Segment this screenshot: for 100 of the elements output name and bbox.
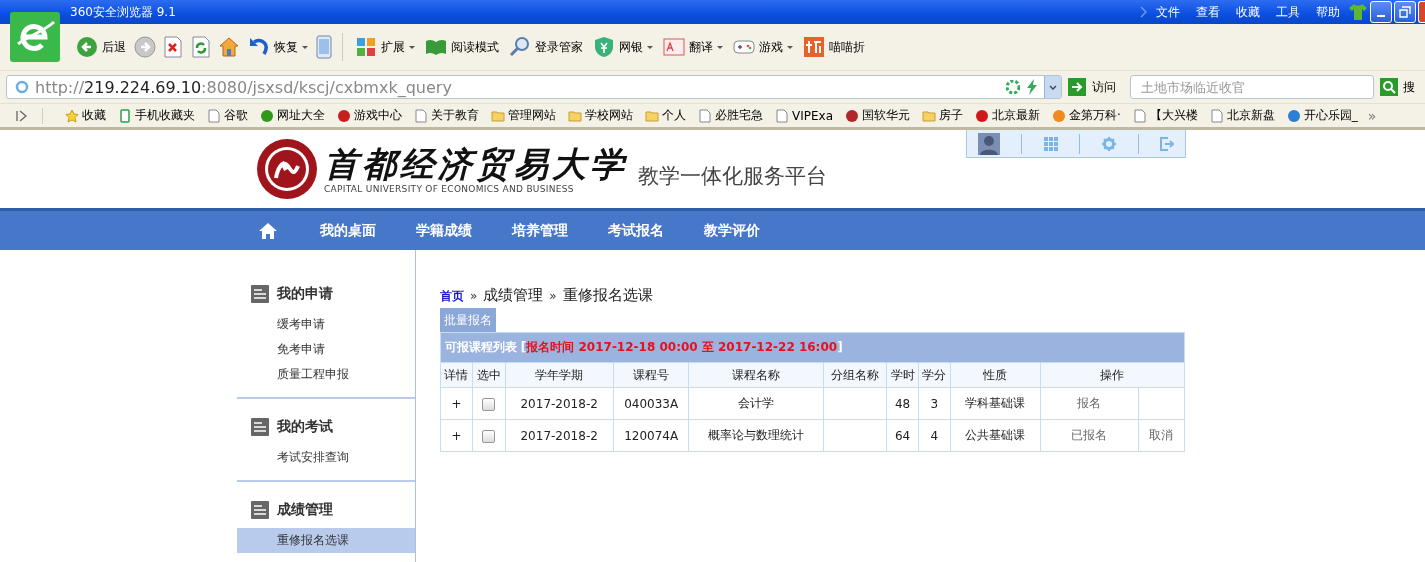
forward-icon[interactable] <box>134 36 156 58</box>
bookmark-item[interactable]: 手机收藏夹 <box>112 107 201 124</box>
nav-item[interactable]: 我的桌面 <box>300 221 396 240</box>
bookmark-item[interactable]: 房子 <box>916 107 970 124</box>
table-cell: 120074A <box>613 419 689 452</box>
nav-item[interactable]: 教学评价 <box>684 221 780 240</box>
bookmark-item[interactable]: 管理网站 <box>485 107 562 124</box>
home-icon <box>258 221 278 240</box>
toolbar-button[interactable]: 后退 <box>74 34 128 60</box>
phone-icon[interactable] <box>316 35 332 59</box>
nav-item[interactable]: 培养管理 <box>492 221 588 240</box>
visit-button[interactable]: 访问 <box>1068 78 1116 96</box>
menu-item[interactable]: 工具 <box>1268 3 1308 21</box>
breadcrumb-item: 成绩管理 <box>483 286 544 305</box>
bookmark-item[interactable]: 游戏中心 <box>331 107 408 124</box>
page-icon <box>414 108 428 123</box>
platform-title: 教学一体化服务平台 <box>638 163 827 190</box>
page-icon <box>1209 108 1224 123</box>
bookmark-item[interactable]: 金第万科· <box>1046 107 1127 124</box>
sidebar-item[interactable]: 缓考申请 <box>237 312 415 337</box>
breadcrumb-link[interactable]: 首页 <box>440 288 464 305</box>
more-button[interactable]: » <box>1363 107 1377 124</box>
search-icon <box>509 36 531 58</box>
folder-icon <box>491 108 505 123</box>
sidebar-item[interactable]: 考试安排查询 <box>237 445 415 470</box>
column-header: 课程名称 <box>688 362 824 388</box>
checkbox[interactable] <box>482 397 496 411</box>
search-button[interactable]: 搜 <box>1380 78 1415 96</box>
expand-button[interactable]: + <box>440 419 473 452</box>
table-cell: 3 <box>918 387 951 420</box>
list-icon <box>251 501 269 519</box>
browser-logo[interactable] <box>10 12 60 62</box>
nav-item[interactable]: 学籍成绩 <box>396 221 492 240</box>
bookmark-item[interactable]: 北京最新 <box>969 107 1047 124</box>
restore-button[interactable] <box>1394 1 1416 23</box>
bookmark-item[interactable]: 个人 <box>639 107 692 124</box>
minimize-button[interactable] <box>1370 1 1392 23</box>
menu-item[interactable]: 帮助 <box>1308 3 1348 21</box>
chevron-icon <box>1140 6 1148 18</box>
toolbar-button[interactable]: 登录管家 <box>507 34 585 60</box>
undo-icon <box>248 36 270 58</box>
address-bar[interactable]: http://219.224.69.10:8080/jsxsd/kscj/cxbmxk_query <box>6 75 1062 99</box>
bookmark-item[interactable]: 北京新盘 <box>1203 107 1281 124</box>
toolbar-button[interactable]: 阅读模式 <box>423 34 501 60</box>
search-field[interactable]: 土地市场临近收官 <box>1130 75 1374 99</box>
tag-icon <box>803 36 825 58</box>
bookmark-item[interactable]: VIPExa <box>769 108 840 123</box>
bookmark-item[interactable]: 国软华元 <box>839 107 917 124</box>
search-icon <box>1380 78 1398 96</box>
bookmark-item[interactable]: 收藏 <box>59 107 112 124</box>
window-title: 360安全浏览器 9.1 <box>70 3 177 21</box>
close-button[interactable] <box>1418 1 1425 23</box>
toolbar-button[interactable]: 扩展 <box>353 34 417 60</box>
stop-icon[interactable] <box>162 36 184 58</box>
dropdown-button[interactable] <box>1044 76 1061 98</box>
avatar-icon[interactable] <box>977 132 1000 155</box>
sidebar-heading: 我的考试 <box>277 418 333 436</box>
action-link[interactable]: 已报名 <box>1071 428 1107 442</box>
checkbox[interactable] <box>482 429 496 443</box>
nav-item[interactable]: 考试报名 <box>588 221 684 240</box>
bookmark-item[interactable]: 网址大全 <box>254 107 331 124</box>
bookmark-item[interactable]: 必胜宅急 <box>692 107 769 124</box>
menu-item[interactable]: 查看 <box>1188 3 1228 21</box>
sidebar-heading: 成绩管理 <box>277 501 333 519</box>
column-header: 操作 <box>1040 362 1185 388</box>
logout-icon[interactable] <box>1160 136 1175 151</box>
toolbar-button[interactable]: 网银 <box>591 34 655 60</box>
table-cell: 2017-2018-2 <box>505 387 614 420</box>
home-icon[interactable] <box>218 36 240 58</box>
toolbar-button[interactable]: 游戏 <box>731 34 795 60</box>
breadcrumb-separator: » <box>549 289 557 303</box>
breadcrumb-item: 重修报名选课 <box>562 286 653 305</box>
bookmark-item[interactable]: 关于教育 <box>408 107 485 124</box>
action-link[interactable]: 报名 <box>1077 396 1101 410</box>
sidebar-toggle-icon[interactable] <box>16 109 28 122</box>
bookmark-item[interactable]: 学校网站 <box>562 107 639 124</box>
sidebar-item[interactable]: 质量工程申报 <box>237 362 415 387</box>
toolbar-button[interactable]: 恢复 <box>246 34 310 60</box>
table-cell: 学科基础课 <box>950 387 1040 420</box>
grid-icon[interactable] <box>1043 136 1058 151</box>
toolbar-button[interactable]: 喵喵折 <box>801 34 867 60</box>
translate-icon <box>663 36 685 58</box>
university-english-name: CAPITAL UNIVERSITY OF ECONOMICS AND BUSINESS <box>324 184 575 194</box>
bookmark-item[interactable]: 谷歌 <box>201 107 254 124</box>
university-name: 首都经济贸易大学 <box>324 144 628 184</box>
bookmark-item[interactable]: 开心乐园_ <box>1280 107 1364 124</box>
list-icon <box>251 418 269 436</box>
bookmark-item[interactable]: 【大兴楼 <box>1126 107 1204 124</box>
menu-item[interactable]: 收藏 <box>1228 3 1268 21</box>
folder-icon <box>645 108 659 123</box>
expand-button[interactable]: + <box>440 387 473 420</box>
sidebar-item[interactable]: 重修报名选课 <box>237 528 415 553</box>
settings-icon[interactable] <box>1102 136 1117 151</box>
refresh-icon[interactable] <box>190 36 212 58</box>
sidebar-item[interactable]: 免考申请 <box>237 337 415 362</box>
table-cell: 48 <box>886 387 919 420</box>
table-cell: 4 <box>918 419 951 452</box>
shirt-icon[interactable] <box>1348 3 1368 21</box>
menu-item[interactable]: 文件 <box>1148 3 1188 21</box>
toolbar-button[interactable]: 翻译 <box>661 34 725 60</box>
